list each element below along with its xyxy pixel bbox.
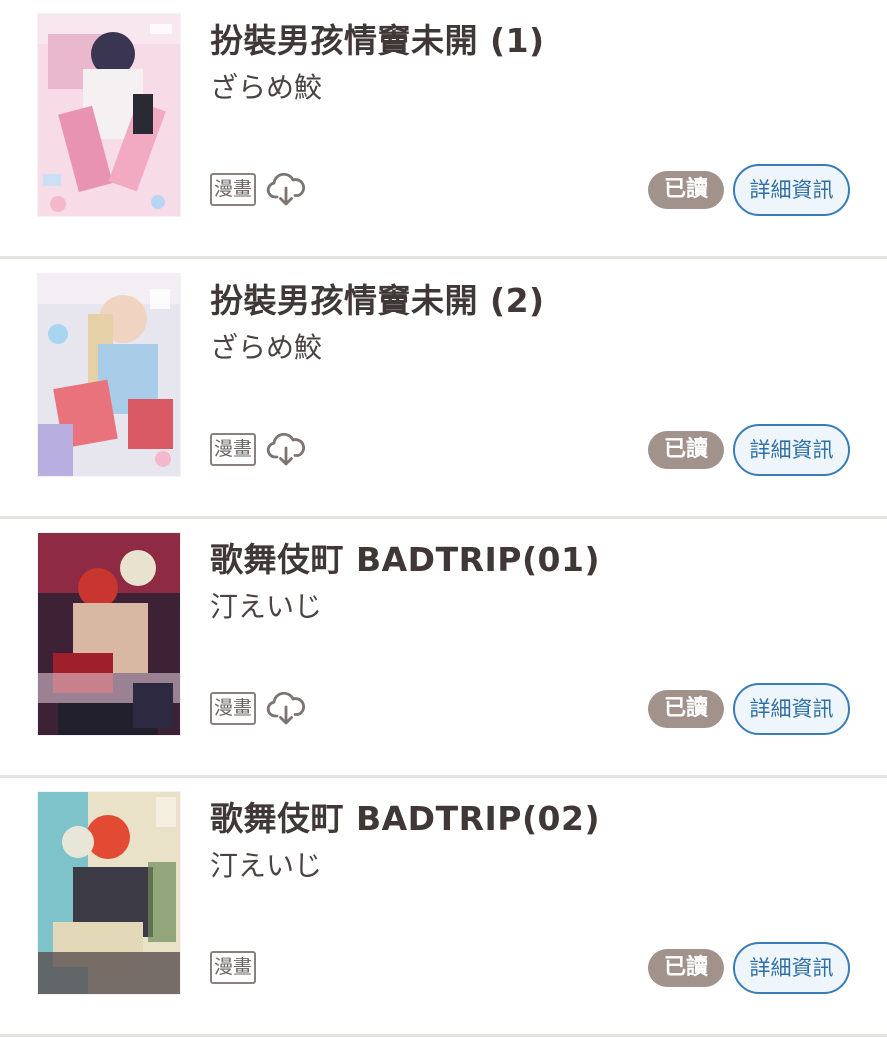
book-author: 汀えいじ [210,849,323,882]
book-author: ざらめ鮫 [210,331,323,364]
list-item[interactable]: 扮裝男孩情竇未開 (1) ざらめ鮫 漫畫 已讀 詳細資訊 [0,0,887,259]
list-item[interactable]: 歌舞伎町 BADTRIP(02) 汀えいじ 漫畫 已讀 詳細資訊 [0,778,887,1037]
book-title[interactable]: 歌舞伎町 BADTRIP(02) [210,792,600,840]
type-tag: 漫畫 [210,433,256,466]
list-item[interactable]: 歌舞伎町 BADTRIP(01) 汀えいじ 漫畫 已讀 詳細資訊 [0,519,887,778]
type-tag: 漫畫 [210,951,256,984]
read-status-badge: 已讀 [648,690,724,728]
detail-info-button[interactable]: 詳細資訊 [733,424,850,476]
list-item[interactable]: 扮裝男孩情竇未開 (2) ざらめ鮫 漫畫 已讀 詳細資訊 [0,260,887,519]
book-author: ざらめ鮫 [210,71,323,104]
detail-info-button[interactable]: 詳細資訊 [733,164,850,216]
type-tag: 漫畫 [210,692,256,725]
book-title[interactable]: 歌舞伎町 BADTRIP(01) [210,533,600,581]
book-list: 扮裝男孩情竇未開 (1) ざらめ鮫 漫畫 已讀 詳細資訊 扮裝男孩情竇未開 (2… [0,0,887,1037]
detail-info-button[interactable]: 詳細資訊 [733,942,850,994]
book-title[interactable]: 扮裝男孩情竇未開 (1) [210,14,545,62]
type-tag: 漫畫 [210,173,256,206]
book-cover[interactable] [38,274,180,476]
read-status-badge: 已讀 [648,949,724,987]
detail-info-button[interactable]: 詳細資訊 [733,683,850,735]
book-title[interactable]: 扮裝男孩情竇未開 (2) [210,274,545,322]
book-author: 汀えいじ [210,590,323,623]
cloud-download-icon[interactable] [266,430,306,470]
read-status-badge: 已讀 [648,431,724,469]
cloud-download-icon[interactable] [266,170,306,210]
book-cover[interactable] [38,14,180,216]
cloud-download-icon[interactable] [266,689,306,729]
book-cover[interactable] [38,792,180,994]
read-status-badge: 已讀 [648,171,724,209]
book-cover[interactable] [38,533,180,735]
